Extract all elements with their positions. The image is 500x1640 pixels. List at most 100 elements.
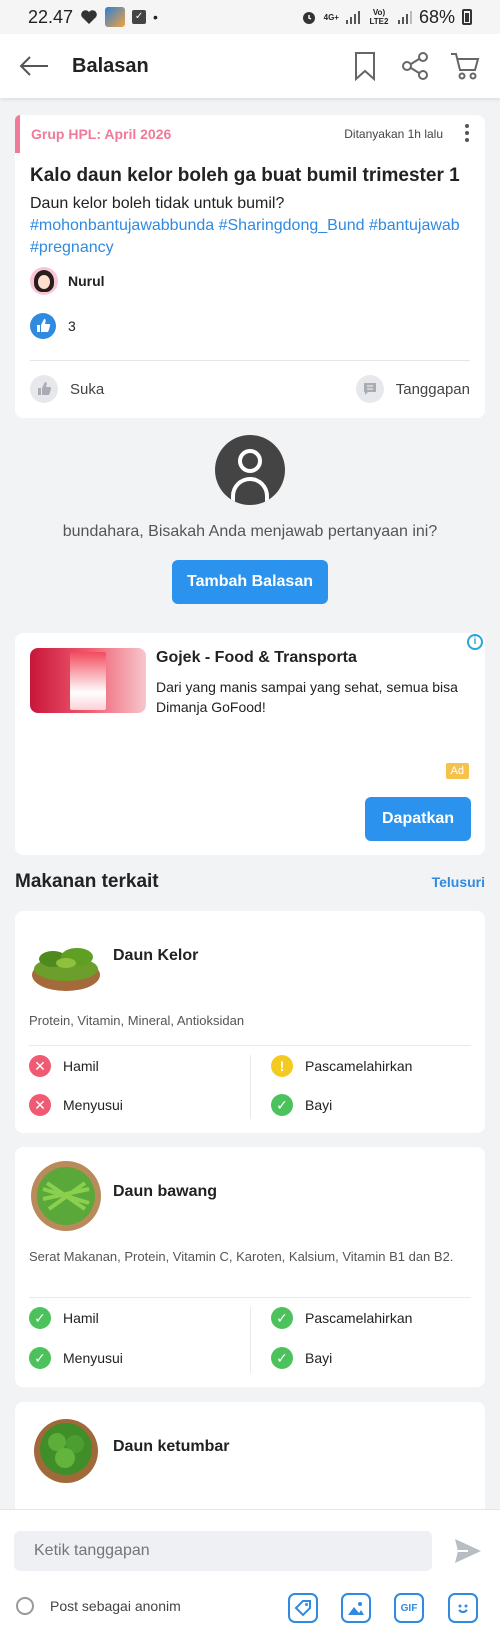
avatar (30, 267, 58, 295)
food-image (29, 923, 103, 997)
check-icon: ✓ (271, 1094, 293, 1116)
check-notification-icon: ✓ (132, 10, 147, 24)
status-hamil: ✕ Hamil (29, 1055, 99, 1077)
status-bayi: ✓ Bayi (271, 1347, 332, 1369)
food-image (29, 1414, 103, 1488)
food-nutrients: Protein, Vitamin, Mineral, Antioksidan (29, 1013, 245, 1028)
food-name: Daun Kelor (113, 947, 199, 964)
tag-button[interactable] (288, 1593, 318, 1623)
image-button[interactable] (341, 1593, 371, 1623)
like-button[interactable]: Suka (30, 375, 104, 403)
status-pascamelahirkan: ✓ Pascamelahirkan (271, 1307, 412, 1329)
food-card[interactable]: Daun Kelor Protein, Vitamin, Mineral, An… (15, 911, 485, 1133)
anonymous-toggle[interactable]: Post sebagai anonim (16, 1597, 181, 1615)
app-notification-icon (105, 7, 126, 27)
status-time: 22.47 (28, 6, 74, 27)
status-menyusui: ✓ Menyusui (29, 1347, 123, 1369)
question-card: Grup HPL: April 2026 Ditanyakan 1h lalu … (15, 115, 485, 418)
status-label: Bayi (305, 1350, 333, 1366)
food-name: Daun ketumbar (113, 1438, 230, 1455)
status-menyusui: ✕ Menyusui (29, 1094, 123, 1116)
app-bar: Balasan (0, 34, 500, 98)
status-label: Pascamelahirkan (305, 1058, 413, 1074)
browse-link[interactable]: Telusuri (432, 874, 485, 890)
group-accent-bar (15, 115, 20, 153)
question-tags[interactable]: #mohonbantujawabbunda #Sharingdong_Bund … (30, 215, 470, 259)
send-button[interactable] (454, 1538, 482, 1564)
gif-button[interactable]: GIF (394, 1593, 424, 1623)
thumbs-up-icon (30, 313, 56, 339)
status-label: Bayi (305, 1097, 333, 1113)
send-icon (455, 1539, 481, 1563)
warning-icon: ! (271, 1055, 293, 1077)
ad-badge: Ad (445, 763, 469, 779)
answer-prompt: bundahara, Bisakah Anda menjawab pertany… (62, 523, 438, 540)
reply-input[interactable] (14, 1531, 432, 1571)
heart-icon (81, 10, 97, 24)
check-icon: ✓ (29, 1307, 51, 1329)
alarm-icon (302, 12, 315, 24)
tag-icon (294, 1600, 311, 1617)
info-icon[interactable]: i (467, 634, 483, 650)
ad-description: Dari yang manis sampai yang sehat, semua… (156, 679, 458, 715)
like-count: 3 (68, 318, 76, 334)
page-title: Balasan (72, 54, 149, 77)
question-time: Ditanyakan 1h lalu (344, 127, 443, 141)
cross-icon: ✕ (29, 1055, 51, 1077)
bookmark-icon (355, 52, 375, 81)
food-card[interactable]: Daun ketumbar (15, 1402, 485, 1522)
ad-title: Gojek - Food & Transporta (156, 649, 357, 666)
signal-icon (345, 10, 360, 24)
question-title: Kalo daun kelor boleh ga buat bumil trim… (30, 165, 460, 186)
group-label[interactable]: Grup HPL: April 2026 (31, 126, 171, 142)
status-label: Hamil (63, 1058, 99, 1074)
check-icon: ✓ (271, 1307, 293, 1329)
back-button[interactable] (18, 50, 50, 82)
reply-label: Tanggapan (395, 380, 470, 398)
question-body: Daun kelor boleh tidak untuk bumil? (30, 195, 285, 212)
ad-cta-button[interactable]: Dapatkan (365, 797, 471, 841)
sticker-button[interactable] (448, 1593, 478, 1623)
cross-icon: ✕ (29, 1094, 51, 1116)
section-title: Makanan terkait (15, 871, 159, 892)
add-reply-button[interactable]: Tambah Balasan (172, 560, 328, 604)
food-image (29, 1159, 103, 1233)
food-name: Daun bawang (113, 1183, 218, 1200)
ad-image (30, 648, 146, 713)
battery-level: 68% (418, 6, 455, 27)
carrier-label: Vo) LTE2 (369, 8, 389, 26)
signal-icon-2 (397, 10, 412, 24)
status-label: Hamil (63, 1310, 99, 1326)
bookmark-button[interactable] (348, 49, 382, 83)
radio-button[interactable] (16, 1597, 34, 1615)
cart-button[interactable] (448, 49, 482, 83)
status-label: Menyusui (63, 1350, 123, 1366)
share-button[interactable] (398, 49, 432, 83)
check-icon: ✓ (29, 1347, 51, 1369)
status-label: Pascamelahirkan (305, 1310, 413, 1326)
user-avatar-icon (215, 435, 285, 505)
anonymous-label: Post sebagai anonim (50, 1598, 181, 1614)
divider (29, 1297, 471, 1298)
question-author[interactable]: Nurul (30, 267, 105, 295)
food-nutrients: Serat Makanan, Protein, Vitamin C, Karot… (29, 1249, 454, 1264)
author-name: Nurul (68, 273, 105, 289)
status-bayi: ✓ Bayi (271, 1094, 332, 1116)
dot-icon: • (153, 9, 158, 25)
divider (30, 360, 470, 361)
thumbs-up-icon (30, 375, 58, 403)
status-pascamelahirkan: ! Pascamelahirkan (271, 1055, 412, 1077)
like-label: Suka (70, 380, 105, 398)
sticker-icon (458, 1604, 468, 1613)
check-icon: ✓ (271, 1347, 293, 1369)
status-bar: 22.47 ✓ • 4G+ Vo) LTE2 68% (0, 0, 500, 34)
divider (250, 1307, 251, 1373)
reply-button[interactable]: Tanggapan (355, 375, 470, 403)
status-hamil: ✓ Hamil (29, 1307, 99, 1329)
food-card[interactable]: Daun bawang Serat Makanan, Protein, Vita… (15, 1147, 485, 1387)
more-options-button[interactable] (463, 124, 471, 142)
ad-card[interactable]: Gojek - Food & Transporta Dari yang mani… (15, 633, 485, 855)
battery-icon (462, 9, 472, 25)
arrow-left-icon (19, 56, 48, 76)
comment-icon (355, 375, 384, 403)
